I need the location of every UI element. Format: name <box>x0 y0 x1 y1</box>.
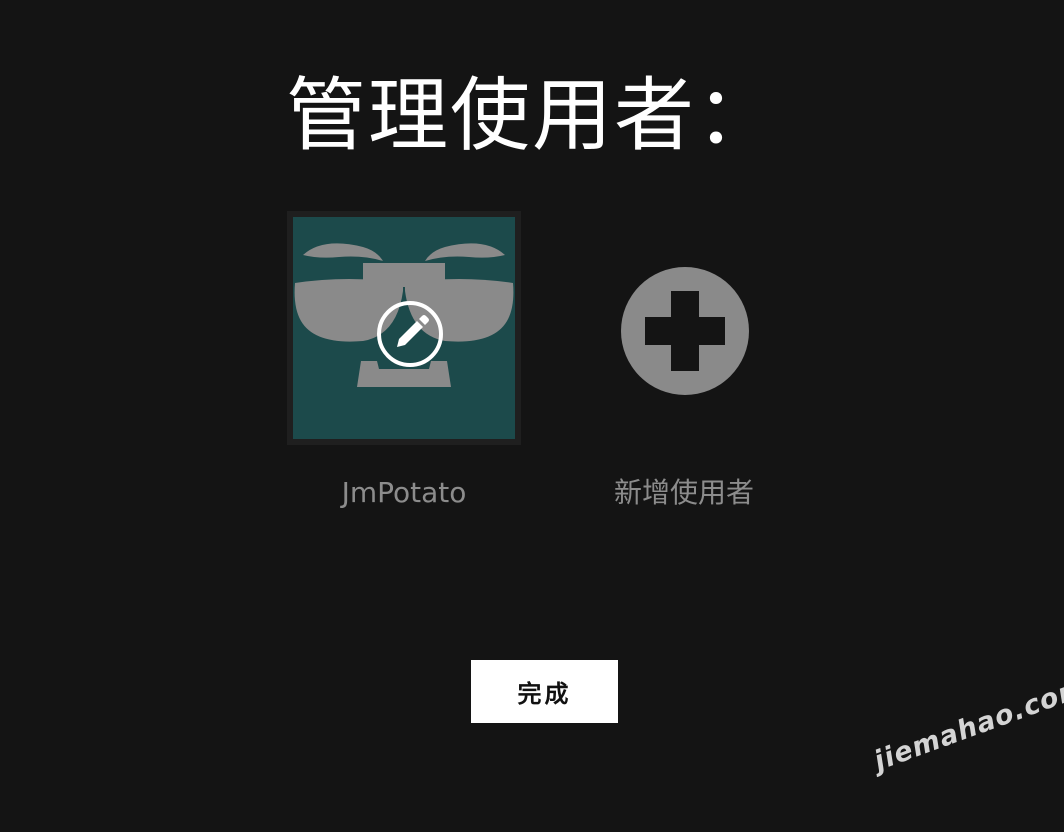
profile-item[interactable]: JmPotato <box>287 211 521 513</box>
edit-profile-button[interactable] <box>375 299 445 369</box>
profile-avatar[interactable] <box>287 211 521 445</box>
add-profile-item[interactable]: 新增使用者 <box>567 211 801 513</box>
add-profile-label: 新增使用者 <box>613 476 754 509</box>
watermark-text: jiemahao.com <box>870 671 1064 778</box>
plus-circle-icon <box>621 267 749 395</box>
done-button[interactable]: 完成 <box>471 660 618 723</box>
page-title: 管理使用者： <box>286 69 778 162</box>
add-profile-button[interactable] <box>567 211 801 445</box>
avatar-image <box>293 217 515 439</box>
manage-profiles-screen: 管理使用者： JmPotato 新增使用者 完成 jiemahao.com <box>0 0 1064 832</box>
profile-name: JmPotato <box>341 476 467 509</box>
pencil-icon <box>377 301 443 367</box>
